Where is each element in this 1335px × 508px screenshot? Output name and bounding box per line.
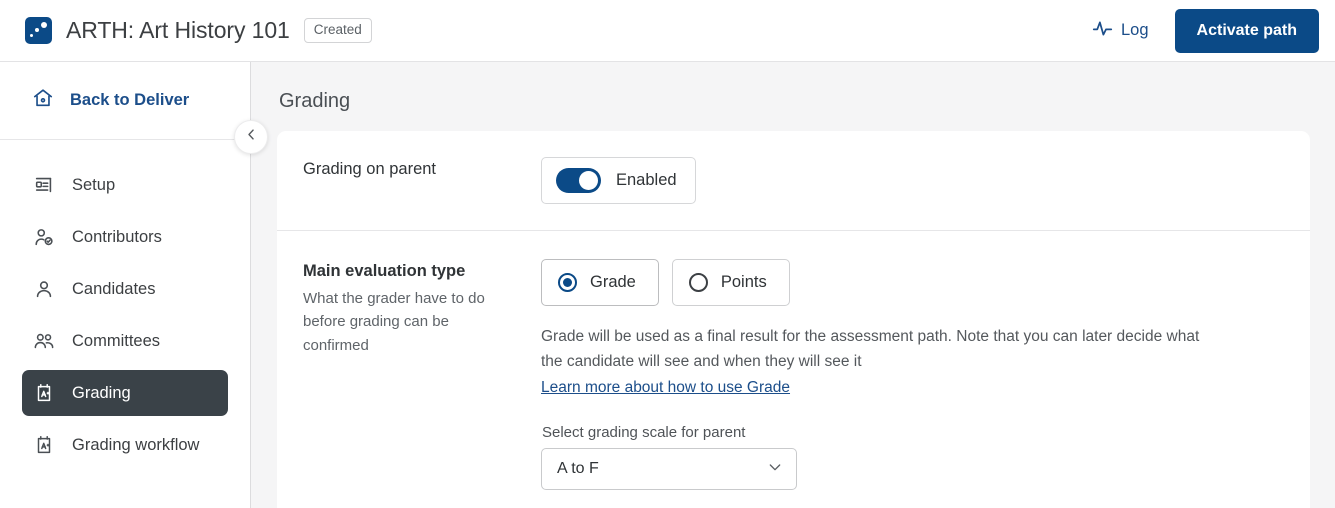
radio-option-label: Points <box>720 273 767 291</box>
sidebar-item-label: Contributors <box>72 227 162 246</box>
grading-scale-select[interactable]: A to F <box>541 448 797 491</box>
toggle-switch-icon <box>556 168 601 193</box>
grade-clipboard-icon <box>33 434 55 456</box>
app-root: ARTH: Art History 101 Created Log Activa… <box>0 0 1335 508</box>
grading-on-parent-row: Grading on parent Enabled <box>277 131 1310 230</box>
chevron-down-icon <box>767 459 783 480</box>
sidebar-item-grading-workflow[interactable]: Grading workflow <box>22 422 228 468</box>
people-group-icon <box>33 330 55 352</box>
sidebar-item-setup[interactable]: Setup <box>22 162 228 208</box>
section-title: Grading <box>279 90 351 112</box>
sidebar-item-label: Committees <box>72 331 161 350</box>
radio-option-label: Grade <box>590 273 636 291</box>
radio-unselected-icon <box>688 273 708 292</box>
grading-scale-value: A to F <box>557 460 599 478</box>
sidebar-item-label: Candidates <box>72 279 156 298</box>
header-left-group: ARTH: Art History 101 Created <box>0 17 372 44</box>
sidebar-nav: Setup Contributors Candidates Committees… <box>0 140 250 468</box>
sidebar-item-grading[interactable]: Grading <box>22 370 228 416</box>
page-title: ARTH: Art History 101 <box>66 17 290 43</box>
sidebar-item-label: Grading workflow <box>72 435 200 454</box>
evaluation-type-description: What the grader have to do before gradin… <box>303 290 485 354</box>
back-to-deliver-label: Back to Deliver <box>70 91 190 109</box>
grading-on-parent-control-col: Enabled <box>541 157 1310 204</box>
chevron-left-icon <box>244 127 259 147</box>
activity-pulse-icon <box>1092 18 1113 44</box>
evaluation-type-label: Main evaluation type <box>303 262 466 280</box>
evaluation-type-help-text: Grade will be used as a final result for… <box>541 328 1200 371</box>
grading-on-parent-label-col: Grading on parent <box>303 157 541 204</box>
evaluation-type-radio-group: Grade Points <box>541 259 1310 306</box>
app-header: ARTH: Art History 101 Created Log Activa… <box>0 0 1335 62</box>
sidebar-collapse-button[interactable] <box>234 120 268 154</box>
sidebar-item-committees[interactable]: Committees <box>22 318 228 364</box>
grading-scale-field-label: Select grading scale for parent <box>542 424 746 442</box>
log-button-label: Log <box>1121 21 1149 39</box>
activate-path-button[interactable]: Activate path <box>1174 8 1319 53</box>
grade-clipboard-icon <box>33 382 55 404</box>
app-logo-dots-icon <box>25 17 52 44</box>
evaluation-type-label-col: Main evaluation type What the grader hav… <box>303 259 541 490</box>
sidebar-item-label: Grading <box>72 383 131 402</box>
grading-on-parent-label: Grading on parent <box>303 160 437 178</box>
status-badge: Created <box>303 17 372 44</box>
log-button[interactable]: Log <box>1088 12 1153 50</box>
main-content: Grading Grading on parent Enabled Main e… <box>251 62 1335 508</box>
header-actions: Log Activate path <box>1088 8 1335 53</box>
sidebar: Back to Deliver Setup Contributors Candi… <box>0 62 251 508</box>
radio-option-grade[interactable]: Grade <box>541 259 659 306</box>
toggle-state-label: Enabled <box>616 171 677 189</box>
sidebar-item-label: Setup <box>72 175 116 194</box>
radio-option-points[interactable]: Points <box>671 259 790 306</box>
evaluation-type-control-col: Grade Points Grade will be used as a fin… <box>541 259 1310 491</box>
home-icon <box>32 87 54 114</box>
document-list-icon <box>33 174 55 196</box>
sidebar-item-candidates[interactable]: Candidates <box>22 266 228 312</box>
person-icon <box>33 278 55 300</box>
learn-more-link[interactable]: Learn more about how to use Grade <box>541 379 790 397</box>
person-check-icon <box>33 226 55 248</box>
sidebar-item-contributors[interactable]: Contributors <box>22 214 228 260</box>
radio-selected-icon <box>558 273 577 292</box>
evaluation-type-row: Main evaluation type What the grader hav… <box>277 231 1310 508</box>
back-to-deliver-link[interactable]: Back to Deliver <box>0 62 250 140</box>
grading-on-parent-toggle[interactable]: Enabled <box>541 157 696 204</box>
grading-settings-card: Grading on parent Enabled Main evaluatio… <box>277 131 1310 508</box>
